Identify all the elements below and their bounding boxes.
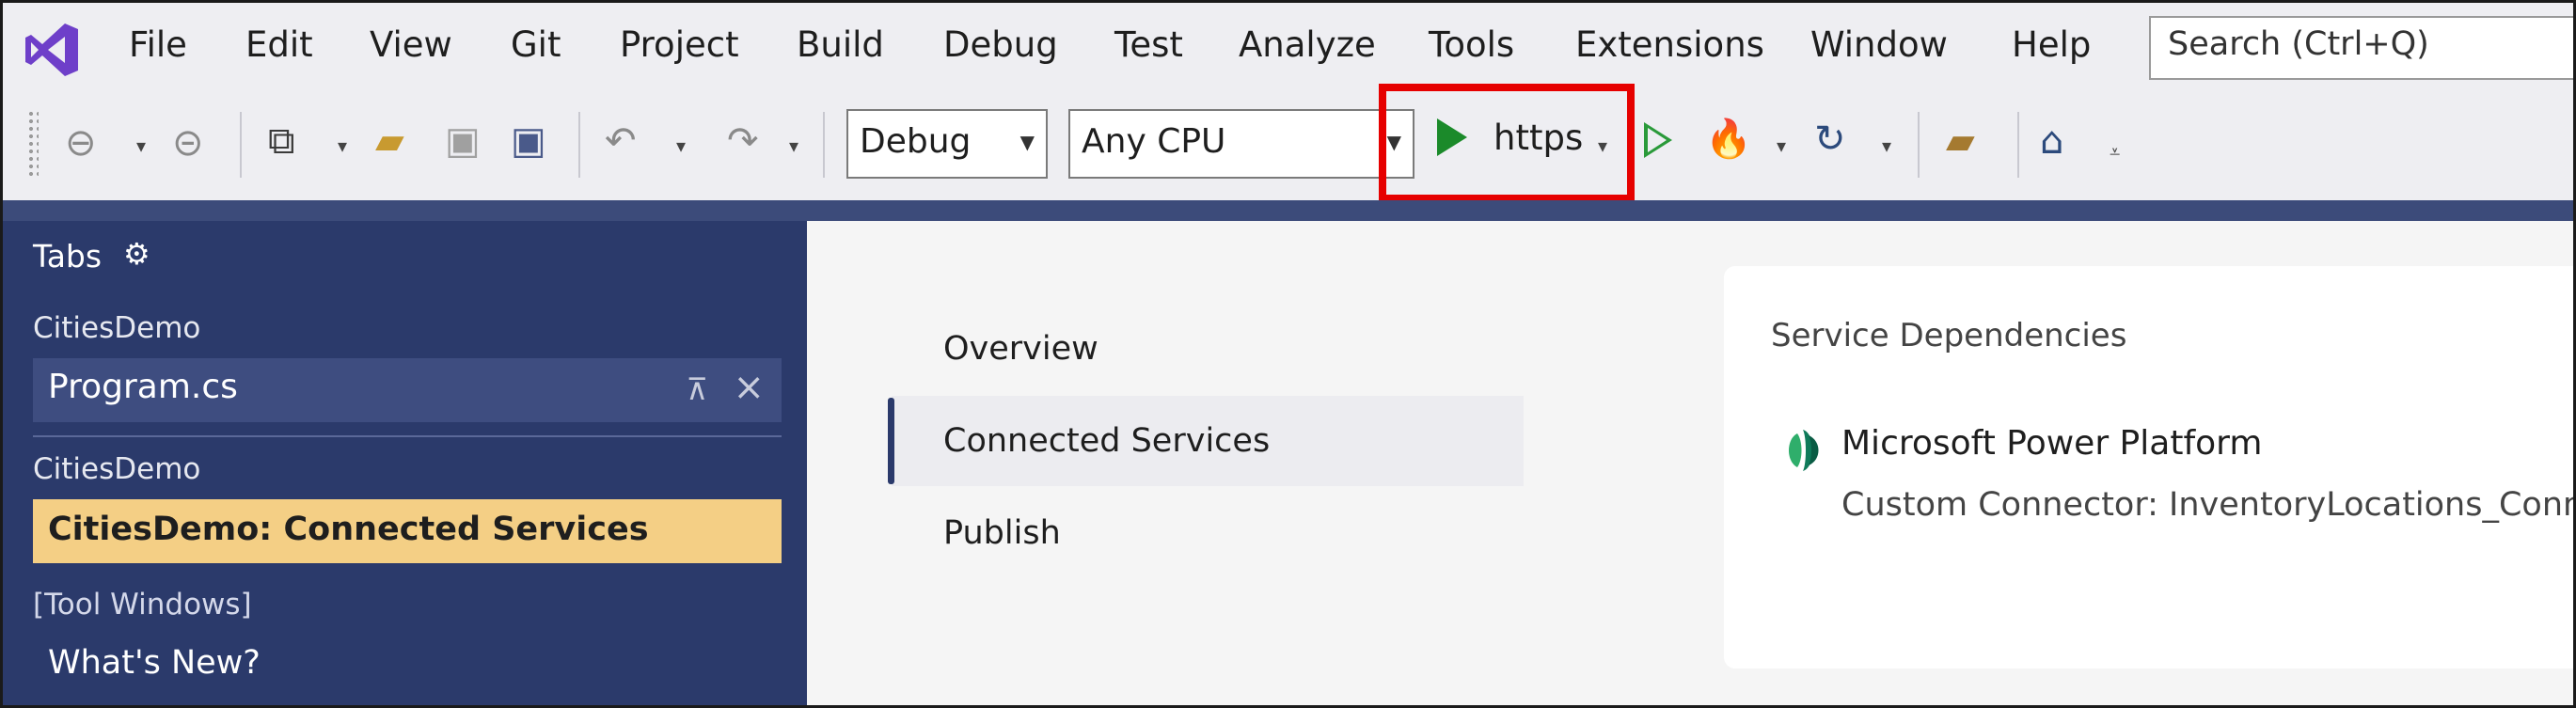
- menu-help[interactable]: Help: [2012, 22, 2091, 69]
- menu-debug[interactable]: Debug: [943, 22, 1058, 69]
- platform-value: Any CPU: [1082, 122, 1226, 161]
- menu-tools[interactable]: Tools: [1429, 22, 1514, 69]
- menu-test[interactable]: Test: [1114, 22, 1183, 69]
- tab-program-cs[interactable]: Program.cs ⊼ ×: [33, 358, 782, 422]
- start-without-debugging-icon[interactable]: [1644, 122, 1672, 158]
- divider: [33, 435, 782, 437]
- tab-group-project: CitiesDemo: [33, 452, 201, 486]
- new-project-dropdown-icon[interactable]: ▾: [338, 134, 347, 157]
- menu-view[interactable]: View: [370, 22, 452, 69]
- power-platform-icon: [1789, 430, 1819, 471]
- toolbar-border: [3, 200, 2573, 221]
- tabs-sidebar: Tabs ⚙ CitiesDemo Program.cs ⊼ × CitiesD…: [3, 221, 807, 705]
- back-dropdown-icon[interactable]: ▾: [136, 134, 146, 157]
- find-in-files-icon[interactable]: ▰: [1946, 118, 1975, 165]
- toolbar-separator: [578, 112, 580, 178]
- menu-project[interactable]: Project: [620, 22, 739, 69]
- service-dependencies-card: Service Dependencies Microsoft Power Pla…: [1724, 266, 2576, 669]
- navigate-forward-icon[interactable]: ⊝: [172, 119, 204, 166]
- menu-window[interactable]: Window: [1810, 22, 1948, 69]
- toolbar-separator: [1918, 112, 1920, 178]
- tab-label: CitiesDemo: Connected Services: [48, 511, 649, 548]
- save-icon[interactable]: ▣: [445, 118, 481, 165]
- undo-icon[interactable]: ↶: [605, 118, 637, 165]
- configuration-value: Debug: [860, 122, 972, 161]
- gear-icon[interactable]: ⚙: [123, 236, 150, 272]
- hot-reload-dropdown-icon[interactable]: ▾: [1777, 134, 1786, 157]
- undo-dropdown-icon[interactable]: ▾: [676, 134, 686, 157]
- toolbar-grip[interactable]: [27, 110, 39, 178]
- nav-active-indicator: [888, 398, 894, 484]
- menu-bar: File Edit View Git Project Build Debug T…: [3, 3, 2573, 93]
- highlight-annotation: [1379, 84, 1635, 202]
- nav-connected-services[interactable]: Connected Services: [943, 422, 1270, 460]
- tab-label: Program.cs: [48, 368, 238, 406]
- menu-file[interactable]: File: [129, 22, 187, 69]
- new-project-icon[interactable]: ⧉: [268, 118, 295, 165]
- service-name[interactable]: Microsoft Power Platform: [1841, 424, 2262, 463]
- menu-build[interactable]: Build: [797, 22, 884, 69]
- redo-icon[interactable]: ↷: [727, 118, 759, 165]
- tab-connected-services[interactable]: CitiesDemo: Connected Services: [33, 499, 782, 563]
- navigate-back-icon[interactable]: ⊖: [65, 119, 97, 166]
- close-icon[interactable]: ×: [733, 366, 765, 409]
- chevron-down-icon: ▼: [1019, 131, 1035, 153]
- nav-publish[interactable]: Publish: [943, 514, 1061, 552]
- restart-icon[interactable]: ↻: [1814, 116, 1846, 163]
- tab-group-project: CitiesDemo: [33, 311, 201, 345]
- app-window: File Edit View Git Project Build Debug T…: [0, 0, 2576, 708]
- card-title: Service Dependencies: [1771, 317, 2127, 354]
- redo-dropdown-icon[interactable]: ▾: [789, 134, 798, 157]
- toolbar-separator: [823, 112, 825, 178]
- menu-edit[interactable]: Edit: [245, 22, 313, 69]
- window-layout-icon[interactable]: ⌂: [2040, 118, 2063, 165]
- hot-reload-icon[interactable]: 🔥: [1705, 116, 1752, 163]
- nav-overview[interactable]: Overview: [943, 330, 1098, 368]
- menu-extensions[interactable]: Extensions: [1575, 22, 1764, 69]
- menu-analyze[interactable]: Analyze: [1239, 22, 1376, 69]
- pin-icon[interactable]: ⊼: [687, 371, 708, 407]
- menu-git[interactable]: Git: [511, 22, 561, 69]
- toolbar-overflow-icon[interactable]: ⩡: [2110, 140, 2120, 163]
- configuration-select[interactable]: Debug ▼: [846, 109, 1048, 179]
- tabs-title: Tabs: [33, 238, 103, 275]
- visual-studio-logo-icon[interactable]: [22, 20, 82, 80]
- tab-whats-new[interactable]: What's New?: [48, 644, 261, 682]
- service-detail: Custom Connector: InventoryLocations_Con…: [1841, 486, 2576, 524]
- search-input[interactable]: Search (Ctrl+Q): [2149, 16, 2573, 80]
- connected-services-page: Overview Connected Services Publish Serv…: [807, 221, 2576, 705]
- save-all-icon[interactable]: ▣: [511, 118, 546, 165]
- open-folder-icon[interactable]: ▰: [375, 118, 404, 165]
- toolbar-separator: [240, 112, 242, 178]
- toolbar-separator: [2017, 112, 2019, 178]
- platform-select[interactable]: Any CPU ▼: [1068, 109, 1414, 179]
- tool-windows-header: [Tool Windows]: [33, 588, 252, 621]
- restart-dropdown-icon[interactable]: ▾: [1882, 134, 1891, 157]
- toolbar: ⊖ ▾ ⊝ ⧉ ▾ ▰ ▣ ▣ ↶ ▾ ↷ ▾ Debug ▼ Any CPU …: [3, 93, 2573, 200]
